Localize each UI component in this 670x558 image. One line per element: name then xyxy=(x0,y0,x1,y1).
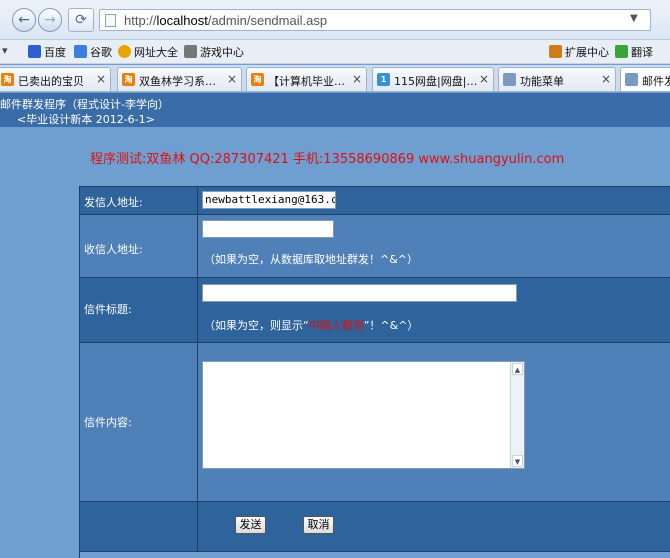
recipient-label: 收信人地址: xyxy=(84,243,143,256)
favorite-google[interactable]: 谷歌 xyxy=(74,44,112,60)
extension-center-button[interactable]: 扩展中心 xyxy=(549,44,609,60)
url-input[interactable]: http://localhost/admin/sendmail.asp xyxy=(99,9,651,31)
taobao-icon: 淘 xyxy=(122,73,135,86)
gamepad-icon xyxy=(184,45,197,58)
subject-label: 信件标题: xyxy=(84,303,132,316)
page-header: 邮件群发程序（程式设计-李学向） <毕业设计新本 2012-6-1> xyxy=(0,93,670,127)
subject-row: 信件标题: （如果为空，则显示“中国人都用”！^&^） xyxy=(80,278,670,343)
tab-graduation-project[interactable]: 淘 【计算机毕业… × xyxy=(246,67,367,91)
tab-strip: 淘 已卖出的宝贝 × 淘 双鱼林学习系… × 淘 【计算机毕业… × 1 115… xyxy=(0,65,670,92)
taobao-icon: 淘 xyxy=(1,73,14,86)
web-directory-icon xyxy=(118,45,131,58)
tab-learning-system[interactable]: 淘 双鱼林学习系… × xyxy=(117,67,242,91)
close-icon[interactable]: × xyxy=(479,72,489,86)
close-icon[interactable]: × xyxy=(227,72,237,86)
forward-button[interactable]: → xyxy=(38,8,62,32)
recipient-input[interactable] xyxy=(202,220,334,238)
sender-input[interactable]: newbattlexiang@163.co xyxy=(202,191,336,209)
taobao-icon: 淘 xyxy=(251,73,264,86)
favorite-game-center[interactable]: 游戏中心 xyxy=(184,44,244,60)
favorites-bar: ▾ 百度 谷歌 网址大全 游戏中心 扩展中心 翻译 xyxy=(0,40,670,64)
header-subtitle: <毕业设计新本 2012-6-1> xyxy=(17,113,155,126)
textarea-scrollbar[interactable]: ▲ ▼ xyxy=(510,362,524,468)
recipient-row: 收信人地址: （如果为空，从数据库取地址群发！^&^） xyxy=(80,215,670,278)
subject-hint: （如果为空，则显示“中国人都用”！^&^） xyxy=(204,319,419,332)
tab-send-mail[interactable]: 邮件发 xyxy=(620,67,670,91)
close-icon[interactable]: × xyxy=(96,72,106,86)
address-bar-row: ← → ⟳ http://localhost/admin/sendmail.as… xyxy=(0,0,670,40)
scroll-up-icon[interactable]: ▲ xyxy=(512,363,523,375)
back-arrow-icon: ← xyxy=(18,12,30,28)
back-button[interactable]: ← xyxy=(12,8,36,32)
header-title: 邮件群发程序（程式设计-李学向） xyxy=(0,98,169,111)
favorites-chevron-icon[interactable]: ▾ xyxy=(2,44,8,60)
page-icon xyxy=(105,14,116,27)
tab-sold-items[interactable]: 淘 已卖出的宝贝 × xyxy=(0,67,111,91)
button-row: 发送 取消 xyxy=(80,502,670,552)
baidu-icon xyxy=(28,45,41,58)
page-icon xyxy=(503,73,516,86)
sender-label: 发信人地址: xyxy=(84,196,143,209)
url-dropdown-icon[interactable]: ▼ xyxy=(630,13,638,24)
netdisk-icon: 1 xyxy=(377,73,390,86)
contact-banner: 程序测试:双鱼林 QQ:287307421 手机:13558690869 www… xyxy=(90,152,565,167)
tab-function-menu[interactable]: 功能菜单 × xyxy=(498,67,616,91)
url-text: http://localhost/admin/sendmail.asp xyxy=(124,13,328,28)
translate-icon xyxy=(615,45,628,58)
google-icon xyxy=(74,45,87,58)
mail-form: 发信人地址: newbattlexiang@163.co 收信人地址: （如果为… xyxy=(79,186,670,558)
cancel-button[interactable]: 取消 xyxy=(303,516,334,534)
scroll-down-icon[interactable]: ▼ xyxy=(512,455,523,467)
favorite-baidu[interactable]: 百度 xyxy=(28,44,66,60)
close-icon[interactable]: × xyxy=(352,72,362,86)
extension-icon xyxy=(549,45,562,58)
reload-icon: ⟳ xyxy=(75,12,87,28)
content-label: 信件内容: xyxy=(84,416,132,429)
reload-button[interactable]: ⟳ xyxy=(68,8,94,32)
tab-115-netdisk[interactable]: 1 115网盘|网盘|… × xyxy=(372,67,494,91)
page-content: 邮件群发程序（程式设计-李学向） <毕业设计新本 2012-6-1> 程序测试:… xyxy=(0,93,670,558)
close-icon[interactable]: × xyxy=(601,72,611,86)
page-icon xyxy=(625,73,638,86)
translate-button[interactable]: 翻译 xyxy=(615,44,653,60)
forward-arrow-icon: → xyxy=(44,12,56,28)
send-button[interactable]: 发送 xyxy=(235,516,266,534)
sender-row: 发信人地址: newbattlexiang@163.co xyxy=(80,187,670,215)
content-row: 信件内容: ▲ ▼ xyxy=(80,343,670,502)
subject-input[interactable] xyxy=(202,284,517,302)
recipient-hint: （如果为空，从数据库取地址群发！^&^） xyxy=(204,253,419,266)
favorite-web-directory[interactable]: 网址大全 xyxy=(118,44,178,60)
content-textarea[interactable]: ▲ ▼ xyxy=(202,361,525,469)
